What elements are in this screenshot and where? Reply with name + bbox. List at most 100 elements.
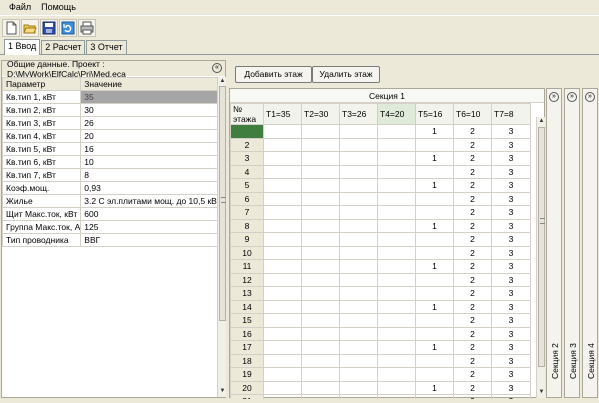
menu-help[interactable]: Помощь xyxy=(36,2,81,12)
floor-cell[interactable]: 3 xyxy=(491,340,531,355)
remove-floor-button[interactable]: Удалить этаж xyxy=(312,66,380,83)
floor-cell[interactable] xyxy=(263,272,302,287)
floor-cell[interactable] xyxy=(301,340,340,355)
floor-cell[interactable] xyxy=(377,191,416,206)
floor-cell[interactable]: 3 xyxy=(491,191,531,206)
floor-cell[interactable] xyxy=(263,205,302,220)
floor-cell[interactable] xyxy=(415,245,454,260)
floor-number[interactable]: 9 xyxy=(230,232,264,247)
floor-cell[interactable] xyxy=(263,299,302,314)
floor-number[interactable]: 10 xyxy=(230,245,264,260)
floor-cell[interactable] xyxy=(263,218,302,233)
floor-cell[interactable] xyxy=(263,286,302,301)
parameter-row[interactable]: Кв.тип 2, кВт 30 xyxy=(1,103,222,117)
floor-cell[interactable] xyxy=(263,232,302,247)
floor-cell[interactable]: 2 xyxy=(453,151,492,166)
floor-cell[interactable] xyxy=(377,380,416,395)
floor-cell[interactable] xyxy=(301,299,340,314)
floor-cell[interactable]: 3 xyxy=(491,205,531,220)
floor-cell[interactable] xyxy=(301,286,340,301)
floor-cell[interactable]: 1 xyxy=(415,218,454,233)
floor-cell[interactable] xyxy=(339,178,378,193)
section-3-collapsed[interactable]: » Секция 3 xyxy=(564,88,580,398)
floor-cell[interactable] xyxy=(415,286,454,301)
floor-cell[interactable] xyxy=(377,326,416,341)
floor-cell[interactable]: 2 xyxy=(453,367,492,382)
floor-cell[interactable] xyxy=(339,245,378,260)
floor-cell[interactable] xyxy=(301,380,340,395)
parameter-value[interactable]: 20 xyxy=(80,129,222,143)
floor-cell[interactable]: 3 xyxy=(491,286,531,301)
floor-number[interactable]: 17 xyxy=(230,340,264,355)
scroll-down-icon[interactable]: ▼ xyxy=(218,387,227,396)
floor-cell[interactable] xyxy=(339,191,378,206)
floor-cell[interactable]: 2 xyxy=(453,299,492,314)
floor-cell[interactable]: 2 xyxy=(453,164,492,179)
floor-cell[interactable] xyxy=(377,367,416,382)
floor-cell[interactable] xyxy=(339,286,378,301)
floor-cell[interactable]: 1 xyxy=(415,124,454,139)
floor-cell[interactable]: 2 xyxy=(453,380,492,395)
parameter-value[interactable]: 0,93 xyxy=(80,181,222,195)
floor-cell[interactable] xyxy=(377,137,416,152)
parameter-row[interactable]: Щит Макс.ток, кВт 600 xyxy=(1,207,222,221)
floor-cell[interactable] xyxy=(301,191,340,206)
scroll-thumb[interactable] xyxy=(538,127,545,367)
parameter-row[interactable]: Кв.тип 1, кВт 35 xyxy=(1,90,222,104)
tab-input[interactable]: 1 Ввод xyxy=(4,39,41,55)
floor-cell[interactable] xyxy=(339,124,378,139)
parameter-row[interactable]: Коэф.мощ. 0,93 xyxy=(1,181,222,195)
floor-cell[interactable] xyxy=(263,353,302,368)
floor-cell[interactable] xyxy=(263,178,302,193)
floor-cell[interactable] xyxy=(415,326,454,341)
floor-cell[interactable] xyxy=(377,272,416,287)
parameter-value[interactable]: 125 xyxy=(80,220,222,234)
floor-number[interactable]: 19 xyxy=(230,367,264,382)
floor-number[interactable]: 15 xyxy=(230,313,264,328)
floor-cell[interactable] xyxy=(301,326,340,341)
floor-number[interactable]: 1 xyxy=(230,124,264,139)
parameters-scrollbar[interactable]: ▲ ▼ xyxy=(217,77,226,397)
scroll-thumb[interactable] xyxy=(219,86,226,321)
floor-cell[interactable]: 3 xyxy=(491,178,531,193)
floor-cell[interactable] xyxy=(263,137,302,152)
print-button[interactable] xyxy=(78,18,96,37)
floor-cell[interactable] xyxy=(377,124,416,139)
floor-number[interactable]: 5 xyxy=(230,178,264,193)
floor-cell[interactable]: 2 xyxy=(453,218,492,233)
tab-calculation[interactable]: 2 Расчет xyxy=(41,40,86,54)
floor-cell[interactable]: 2 xyxy=(453,232,492,247)
floor-cell[interactable] xyxy=(377,151,416,166)
parameter-value[interactable]: 3.2 С эл.плитами мощ. до 10,5 кВт xyxy=(80,194,222,208)
menu-file[interactable]: Файл xyxy=(4,2,36,12)
floor-cell[interactable] xyxy=(339,137,378,152)
scroll-up-icon[interactable]: ▲ xyxy=(537,117,546,126)
parameter-row[interactable]: Тип проводника ВВГ xyxy=(1,233,222,247)
floor-cell[interactable]: 2 xyxy=(453,245,492,260)
parameter-row[interactable]: Жилье 3.2 С эл.плитами мощ. до 10,5 кВт xyxy=(1,194,222,208)
floor-cell[interactable] xyxy=(263,313,302,328)
parameter-value[interactable]: 35 xyxy=(80,90,222,104)
floor-cell[interactable] xyxy=(263,259,302,274)
parameter-value[interactable]: 8 xyxy=(80,168,222,182)
floor-number[interactable]: 20 xyxy=(230,380,264,395)
section-4-collapsed[interactable]: » Секция 4 xyxy=(582,88,598,398)
floor-cell[interactable] xyxy=(263,124,302,139)
floor-cell[interactable]: 3 xyxy=(491,326,531,341)
floor-cell[interactable] xyxy=(339,272,378,287)
floor-cell[interactable]: 2 xyxy=(453,259,492,274)
floor-cell[interactable]: 3 xyxy=(491,245,531,260)
floor-cell[interactable] xyxy=(377,286,416,301)
parameter-row[interactable]: Кв.тип 3, кВт 26 xyxy=(1,116,222,130)
floor-cell[interactable]: 3 xyxy=(491,272,531,287)
floor-cell[interactable] xyxy=(339,205,378,220)
floor-cell[interactable] xyxy=(339,232,378,247)
floor-cell[interactable]: 3 xyxy=(491,164,531,179)
floor-cell[interactable]: 1 xyxy=(415,259,454,274)
floor-cell[interactable] xyxy=(339,313,378,328)
floor-cell[interactable] xyxy=(415,367,454,382)
expand-icon[interactable]: » xyxy=(567,92,577,102)
floor-cell[interactable]: 3 xyxy=(491,353,531,368)
floor-cell[interactable]: 3 xyxy=(491,380,531,395)
floor-cell[interactable] xyxy=(301,245,340,260)
